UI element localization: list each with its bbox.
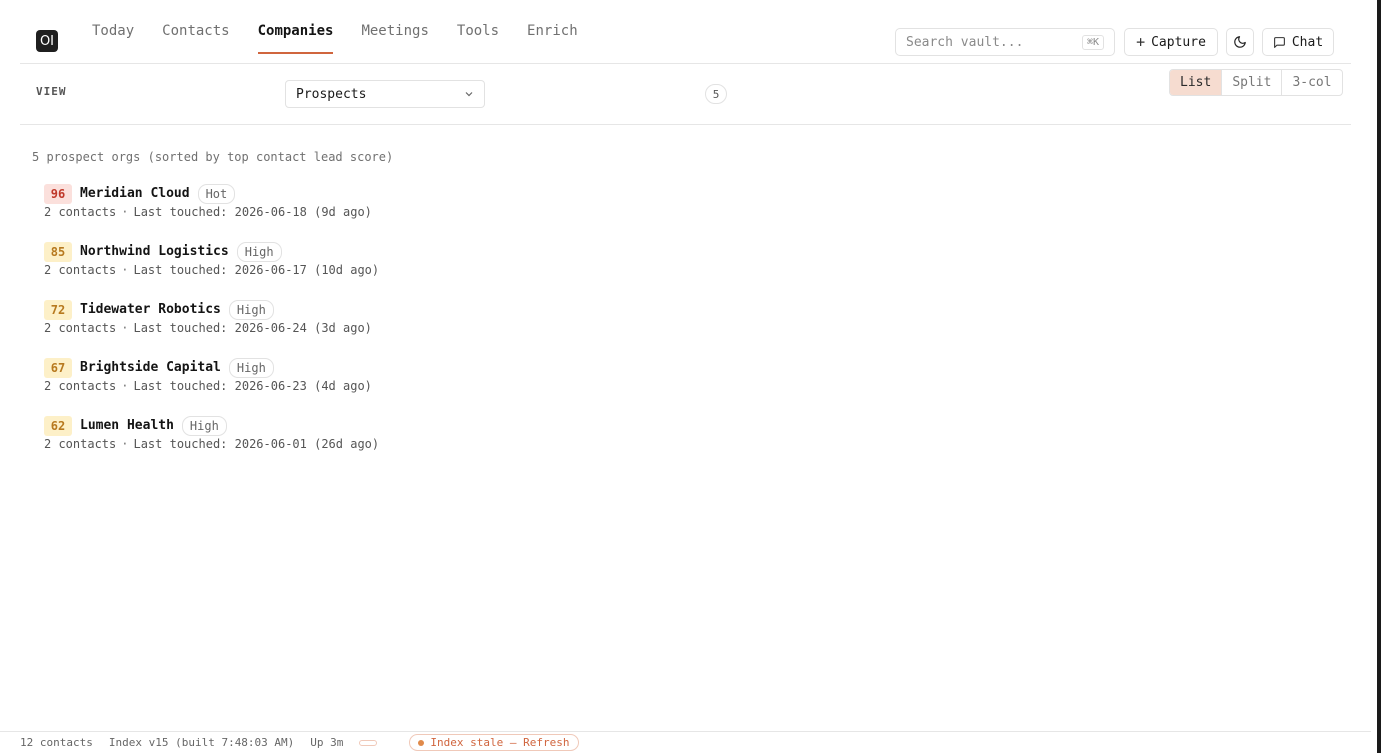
search-input[interactable]	[906, 34, 1076, 50]
status-uptime: Up 3m	[310, 736, 344, 749]
lead-score-badge: 96	[44, 183, 72, 204]
status-indicator-pill	[359, 739, 378, 746]
list-item[interactable]: 85 Northwind Logistics High 2 contacts ·…	[44, 241, 379, 299]
top-bar: OI Today Contacts Companies Meetings Too…	[20, 0, 1351, 64]
tab-meetings[interactable]: Meetings	[361, 0, 428, 54]
tier-badge: High	[236, 241, 282, 262]
capture-button[interactable]: + Capture	[1124, 28, 1218, 56]
list-summary: 5 prospect orgs (sorted by top contact l…	[32, 150, 394, 164]
contact-count: 2 contacts	[44, 379, 117, 393]
tier-badge: High	[228, 299, 274, 320]
separator-dot: ·	[121, 379, 129, 393]
result-count-badge: 5	[705, 84, 727, 104]
status-contact-count: 12 contacts	[20, 736, 93, 749]
index-stale-label: Index stale — Refresh	[430, 736, 570, 749]
contact-count: 2 contacts	[44, 205, 117, 219]
chat-button-label: Chat	[1291, 34, 1324, 50]
layout-3col-button[interactable]: 3-col	[1282, 70, 1341, 95]
app-window: OI Today Contacts Companies Meetings Too…	[0, 0, 1381, 753]
view-select[interactable]: Prospects	[285, 80, 485, 108]
layout-mode-toggle: List Split 3-col	[1169, 69, 1343, 96]
last-touched: Last touched: 2026-06-01 (26d ago)	[133, 437, 380, 451]
org-name[interactable]: Lumen Health	[80, 418, 174, 433]
chat-button[interactable]: Chat	[1262, 28, 1334, 56]
status-index-version: Index v15 (built 7:48:03 AM)	[108, 736, 295, 749]
prospect-org-list: 96 Meridian Cloud Hot 2 contacts · Last …	[44, 183, 379, 473]
layout-list-button[interactable]: List	[1170, 70, 1223, 95]
separator-dot: ·	[121, 263, 129, 277]
tab-enrich[interactable]: Enrich	[527, 0, 578, 54]
org-name[interactable]: Meridian Cloud	[80, 186, 190, 201]
org-name[interactable]: Northwind Logistics	[80, 244, 229, 259]
plus-icon: +	[1136, 32, 1146, 51]
last-touched: Last touched: 2026-06-24 (3d ago)	[133, 321, 372, 335]
separator-dot: ·	[121, 437, 129, 451]
separator-dot: ·	[121, 205, 129, 219]
lead-score-badge: 72	[44, 299, 72, 320]
list-item[interactable]: 62 Lumen Health High 2 contacts · Last t…	[44, 415, 379, 473]
contact-count: 2 contacts	[44, 437, 117, 451]
search-box[interactable]: ⌘K	[895, 28, 1115, 56]
lead-score-badge: 62	[44, 415, 72, 436]
tab-contacts[interactable]: Contacts	[162, 0, 229, 54]
tier-badge: Hot	[197, 183, 236, 204]
chevron-down-icon	[465, 92, 473, 97]
tier-badge: High	[181, 415, 227, 436]
last-touched: Last touched: 2026-06-17 (10d ago)	[133, 263, 380, 277]
contact-count: 2 contacts	[44, 321, 117, 335]
org-name[interactable]: Tidewater Robotics	[80, 302, 221, 317]
list-item[interactable]: 67 Brightside Capital High 2 contacts · …	[44, 357, 379, 415]
lead-score-badge: 85	[44, 241, 72, 262]
last-touched: Last touched: 2026-06-23 (4d ago)	[133, 379, 372, 393]
contact-count: 2 contacts	[44, 263, 117, 277]
status-bar: 12 contacts Index v15 (built 7:48:03 AM)…	[0, 731, 1371, 753]
main-nav: Today Contacts Companies Meetings Tools …	[92, 0, 606, 64]
view-select-value: Prospects	[296, 86, 367, 102]
moon-icon	[1234, 36, 1246, 48]
warning-dot-icon	[418, 739, 425, 746]
view-bar: VIEW Prospects 5 List Split 3-col	[20, 64, 1351, 125]
org-name[interactable]: Brightside Capital	[80, 360, 221, 375]
last-touched: Last touched: 2026-06-18 (9d ago)	[133, 205, 372, 219]
theme-toggle-button[interactable]	[1226, 28, 1254, 56]
capture-button-label: Capture	[1151, 34, 1206, 50]
app-logo[interactable]: OI	[36, 30, 58, 52]
list-item[interactable]: 72 Tidewater Robotics High 2 contacts · …	[44, 299, 379, 357]
chat-bubble-icon	[1273, 36, 1285, 48]
search-shortcut-hint: ⌘K	[1081, 34, 1104, 50]
layout-split-button[interactable]: Split	[1222, 70, 1283, 95]
window-scrollbar[interactable]	[1377, 0, 1381, 753]
index-stale-refresh-button[interactable]: Index stale — Refresh	[409, 734, 579, 751]
view-label: VIEW	[36, 85, 67, 98]
tab-tools[interactable]: Tools	[457, 0, 499, 54]
tab-today[interactable]: Today	[92, 0, 134, 54]
tab-companies[interactable]: Companies	[257, 0, 333, 54]
lead-score-badge: 67	[44, 357, 72, 378]
list-item[interactable]: 96 Meridian Cloud Hot 2 contacts · Last …	[44, 183, 379, 241]
tier-badge: High	[228, 357, 274, 378]
separator-dot: ·	[121, 321, 129, 335]
